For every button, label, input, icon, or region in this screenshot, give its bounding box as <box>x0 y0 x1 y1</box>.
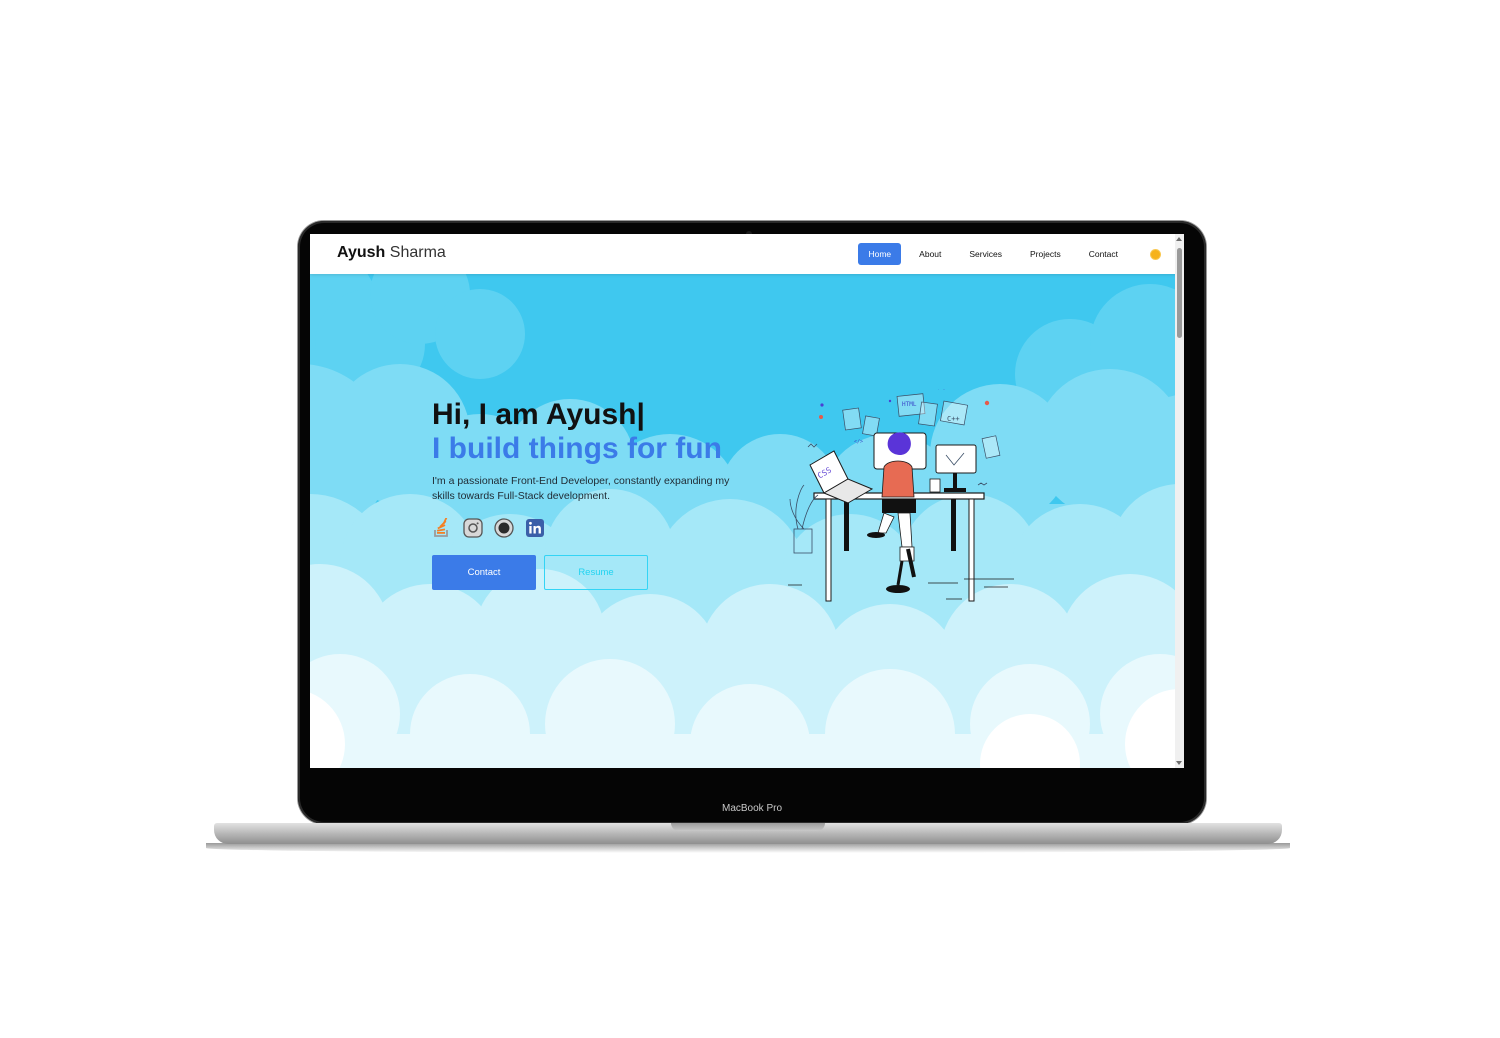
nav-services[interactable]: Services <box>959 243 1012 265</box>
social-links <box>432 518 772 538</box>
nav-contact[interactable]: Contact <box>1079 243 1128 265</box>
nav-home[interactable]: Home <box>858 243 902 265</box>
page-scrollbar[interactable] <box>1175 234 1184 768</box>
developer-illustration: HTML C++ </> CSS <box>788 389 1014 602</box>
tag-mark: </> <box>854 439 863 445</box>
hero-content: Hi, I am Ayush| I build things for fun I… <box>432 398 772 590</box>
hero-buttons: Contact Resume <box>432 555 772 590</box>
laptop-notch <box>671 823 825 831</box>
brand-first-name: Ayush <box>337 244 386 261</box>
github-icon[interactable] <box>494 518 514 538</box>
nav-projects[interactable]: Projects <box>1020 243 1071 265</box>
cpp-mark: C++ <box>947 415 960 423</box>
laptop-base-shadow <box>206 843 1290 853</box>
linkedin-icon[interactable] <box>525 518 545 538</box>
screen: Ayush Sharma Home About Services Project… <box>310 234 1184 768</box>
brand-logo[interactable]: Ayush Sharma <box>337 244 446 262</box>
stack-overflow-icon[interactable] <box>432 518 452 538</box>
hero-greeting: Hi, I am Ayush| <box>432 398 645 431</box>
contact-button[interactable]: Contact <box>432 555 536 590</box>
scroll-down-arrow-icon[interactable] <box>1176 761 1182 765</box>
laptop-lid: Ayush Sharma Home About Services Project… <box>298 221 1206 824</box>
scroll-thumb[interactable] <box>1177 248 1182 338</box>
scroll-up-arrow-icon[interactable] <box>1176 237 1182 241</box>
hero-tagline: I build things for fun <box>432 432 722 465</box>
device-label: MacBook Pro <box>721 803 783 814</box>
theme-toggle-sun-icon[interactable] <box>1151 250 1160 259</box>
hero-section: Hi, I am Ayush| I build things for fun I… <box>310 274 1175 768</box>
instagram-icon[interactable] <box>463 518 483 538</box>
html-mark: HTML <box>902 401 917 408</box>
resume-button[interactable]: Resume <box>544 555 648 590</box>
brand-last-name: Sharma <box>389 244 446 261</box>
hero-intro: I'm a passionate Front-End Developer, co… <box>432 475 730 502</box>
nav-about[interactable]: About <box>909 243 951 265</box>
site-navbar: Ayush Sharma Home About Services Project… <box>310 234 1184 274</box>
nav-links: Home About Services Projects Contact <box>858 243 1128 265</box>
laptop-base <box>214 823 1282 844</box>
